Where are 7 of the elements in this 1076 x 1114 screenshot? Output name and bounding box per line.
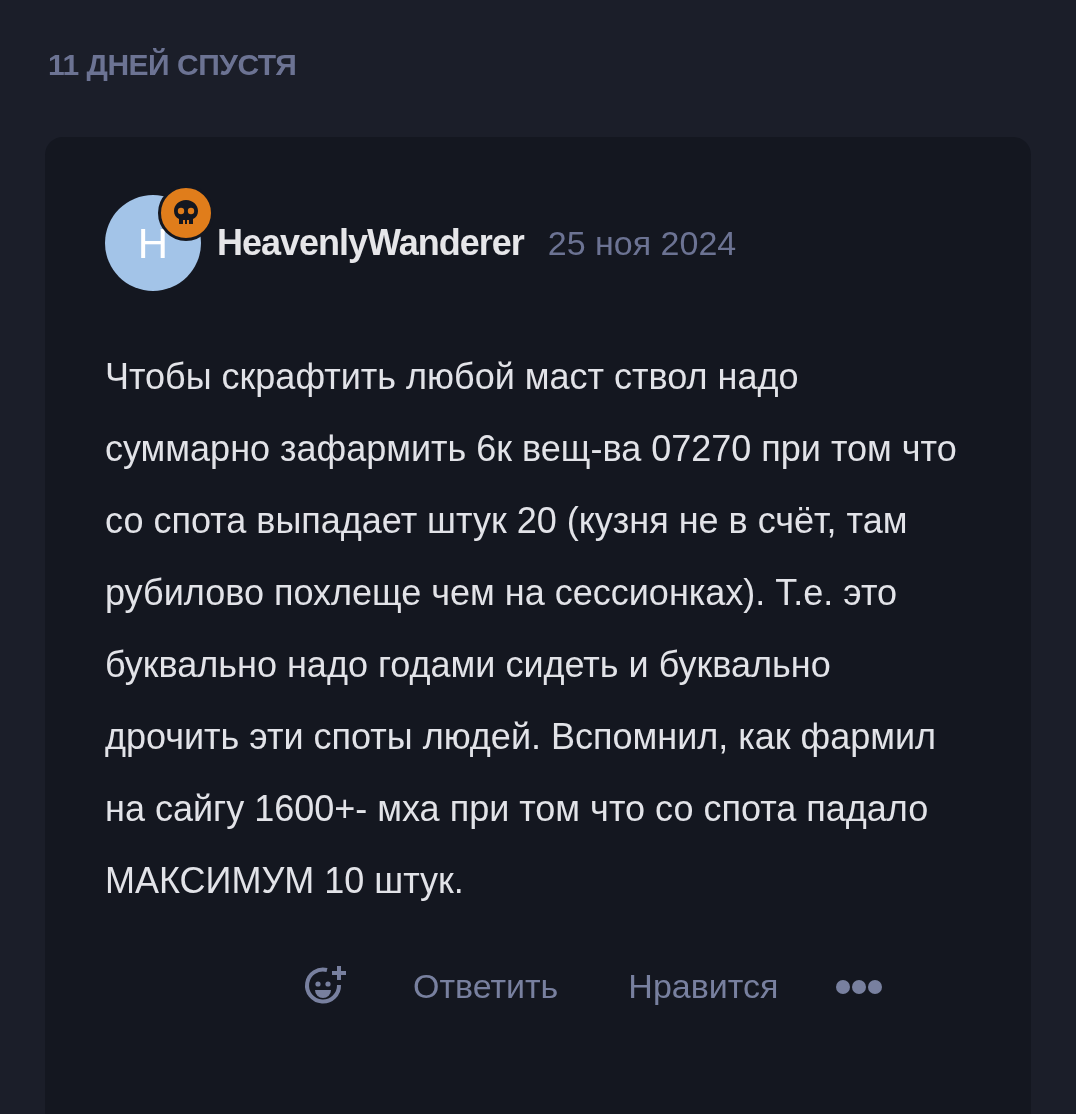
username-link[interactable]: HeavenlyWanderer — [217, 216, 524, 270]
like-button[interactable]: Нравится — [628, 961, 779, 1012]
more-icon[interactable] — [836, 979, 883, 994]
time-gap-label: 11 ДНЕЙ СПУСТЯ — [48, 47, 298, 83]
post-date: 25 ноя 2024 — [547, 222, 737, 264]
post-text: Чтобы скрафтить любой маст ствол надо суммарно зафармить 6к вещ-ва 07270 при том что со спота выпадает штук 20 (кузня не в счёт, там рубилово похлеще чем на сессионках). Т.е. это буквально надо годами сидеть и буквально дрочить эти споты людей. Вспомнил, как фармил на сайгу 1600+- мха при том что со спота падало МАКСИМУМ 10 штук. — [105, 355, 958, 903]
reply-button[interactable]: Ответить — [413, 961, 559, 1012]
